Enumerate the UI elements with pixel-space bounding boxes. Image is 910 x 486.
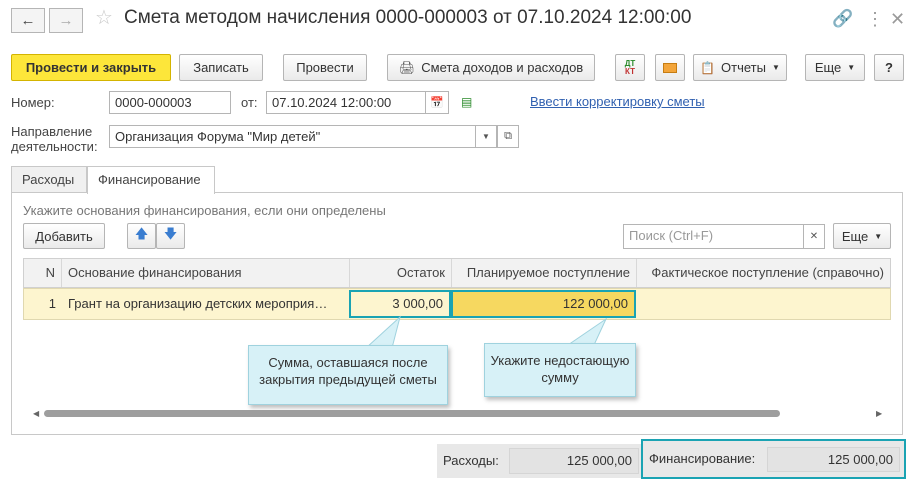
arrow-left-icon: ←	[20, 12, 36, 29]
chevron-down-icon: ▼	[482, 132, 490, 141]
column-basis[interactable]: Основание финансирования	[62, 259, 350, 287]
cell-remainder[interactable]: 3 000,00	[349, 290, 451, 318]
close-icon[interactable]: ✕	[890, 10, 905, 28]
more-button[interactable]: Еще ▼	[805, 54, 865, 81]
cell-planned-value: 122 000,00	[562, 296, 628, 311]
financing-total-box: Финансирование: 125 000,00	[641, 439, 906, 479]
post-and-close-button[interactable]: Провести и закрыть	[11, 54, 171, 81]
dtkt-bottom: КТ	[625, 66, 635, 76]
printer-icon: 🖨	[398, 59, 416, 75]
help-label: ?	[885, 60, 893, 75]
scroll-right-icon[interactable]: ▶	[876, 409, 882, 418]
remainder-callout: Сумма, оставшаяся после закрытия предыду…	[248, 345, 448, 405]
arrow-right-icon: →	[58, 12, 74, 29]
dtkt-icon: ДТ КТ	[625, 59, 636, 76]
column-planned[interactable]: Планируемое поступление	[452, 259, 637, 287]
page-title: Смета методом начисления 0000-000003 от …	[124, 7, 692, 28]
save-label: Записать	[193, 60, 249, 75]
planned-callout: Укажите недостающую сумму	[484, 343, 636, 397]
back-button[interactable]: ←	[11, 8, 45, 33]
arrow-down-icon: 🡇	[163, 226, 178, 241]
table-more-button[interactable]: Еще ▼	[833, 223, 891, 249]
calendar-button[interactable]: 📅	[425, 91, 449, 114]
direction-label: Направление деятельности:	[11, 124, 98, 154]
horizontal-scrollbar[interactable]	[44, 410, 780, 417]
cell-n: 1	[48, 296, 56, 311]
financing-total-value: 125 000,00	[767, 447, 900, 472]
more-label: Еще	[814, 60, 842, 75]
planned-callout-line2: сумму	[541, 370, 579, 385]
reports-button[interactable]: 📋 Отчеты ▼	[693, 54, 787, 81]
chevron-down-icon: ▼	[847, 63, 856, 72]
dtkt-button[interactable]: ДТ КТ	[615, 54, 645, 81]
search-clear-button[interactable]: ✕	[803, 224, 825, 249]
scroll-left-icon[interactable]: ◀	[33, 409, 39, 418]
open-icon: ⧉	[504, 130, 512, 142]
cell-actual[interactable]	[637, 289, 890, 319]
direction-label-line1: Направление	[11, 124, 93, 139]
add-button[interactable]: Добавить	[23, 223, 105, 249]
tab-expenses[interactable]: Расходы	[11, 166, 87, 193]
direction-field[interactable]: Организация Форума "Мир детей"	[109, 125, 476, 148]
column-actual[interactable]: Фактическое поступление (справочно)	[637, 259, 890, 287]
number-label: Номер:	[11, 95, 55, 110]
column-n[interactable]: N	[24, 259, 62, 287]
forward-button[interactable]: →	[49, 8, 83, 33]
close-icon: ✕	[809, 231, 819, 242]
direction-label-line2: деятельности:	[11, 139, 98, 154]
post-label: Провести	[296, 60, 354, 75]
financing-total-label: Финансирование:	[649, 451, 756, 466]
reports-label: Отчеты	[721, 60, 766, 75]
more-vertical-icon[interactable]: ⋮	[866, 10, 884, 28]
financing-hint: Укажите основания финансирования, если о…	[23, 203, 386, 218]
column-remainder[interactable]: Остаток	[350, 259, 452, 287]
remainder-callout-line1: Сумма, оставшаяся после	[268, 355, 428, 370]
number-field[interactable]: 0000-000003	[109, 91, 231, 114]
move-down-button[interactable]: 🡇	[156, 223, 185, 249]
table-more-label: Еще	[841, 228, 869, 244]
direction-open-button[interactable]: ⧉	[497, 125, 519, 148]
calendar-icon: 📅	[430, 97, 444, 109]
date-label: от:	[241, 95, 258, 110]
search-input[interactable]: Поиск (Ctrl+F)	[623, 224, 804, 249]
cell-remainder-value: 3 000,00	[392, 296, 443, 311]
post-and-close-label: Провести и закрыть	[25, 60, 157, 75]
chevron-down-icon: ▼	[771, 63, 780, 72]
save-button[interactable]: Записать	[179, 54, 263, 81]
link-icon[interactable]: 🔗	[832, 10, 853, 27]
expenses-total-value: 125 000,00	[509, 448, 639, 474]
post-button[interactable]: Провести	[283, 54, 367, 81]
move-up-button[interactable]: 🡅	[127, 223, 156, 249]
tab-financing[interactable]: Финансирование	[87, 166, 215, 194]
budget-report-label: Смета доходов и расходов	[421, 60, 584, 75]
planned-callout-line1: Укажите недостающую	[490, 353, 630, 368]
budget-report-button[interactable]: 🖨 Смета доходов и расходов	[387, 54, 595, 81]
cell-basis[interactable]: Грант на организацию детских мероприя…	[62, 289, 348, 319]
envelope-icon	[663, 62, 677, 73]
cell-planned[interactable]: 122 000,00	[451, 290, 636, 318]
date-field[interactable]: 07.10.2024 12:00:00	[266, 91, 426, 114]
remainder-callout-line2: закрытия предыдущей сметы	[259, 372, 437, 387]
add-label: Добавить	[35, 228, 93, 244]
reports-icon: 📋	[700, 60, 716, 75]
help-button[interactable]: ?	[874, 54, 904, 81]
direction-dropdown-button[interactable]: ▼	[475, 125, 497, 148]
star-icon[interactable]: ☆	[95, 8, 113, 28]
arrow-up-icon: 🡅	[134, 226, 149, 241]
document-check-icon[interactable]: ▤	[461, 95, 472, 109]
email-button[interactable]	[655, 54, 685, 81]
correction-link[interactable]: Ввести корректировку сметы	[530, 94, 705, 109]
chevron-down-icon: ▼	[874, 231, 883, 241]
tab-expenses-label: Расходы	[22, 172, 75, 187]
tab-financing-label: Финансирование	[98, 172, 201, 187]
table-header: N Основание финансирования Остаток Плани…	[23, 258, 891, 288]
